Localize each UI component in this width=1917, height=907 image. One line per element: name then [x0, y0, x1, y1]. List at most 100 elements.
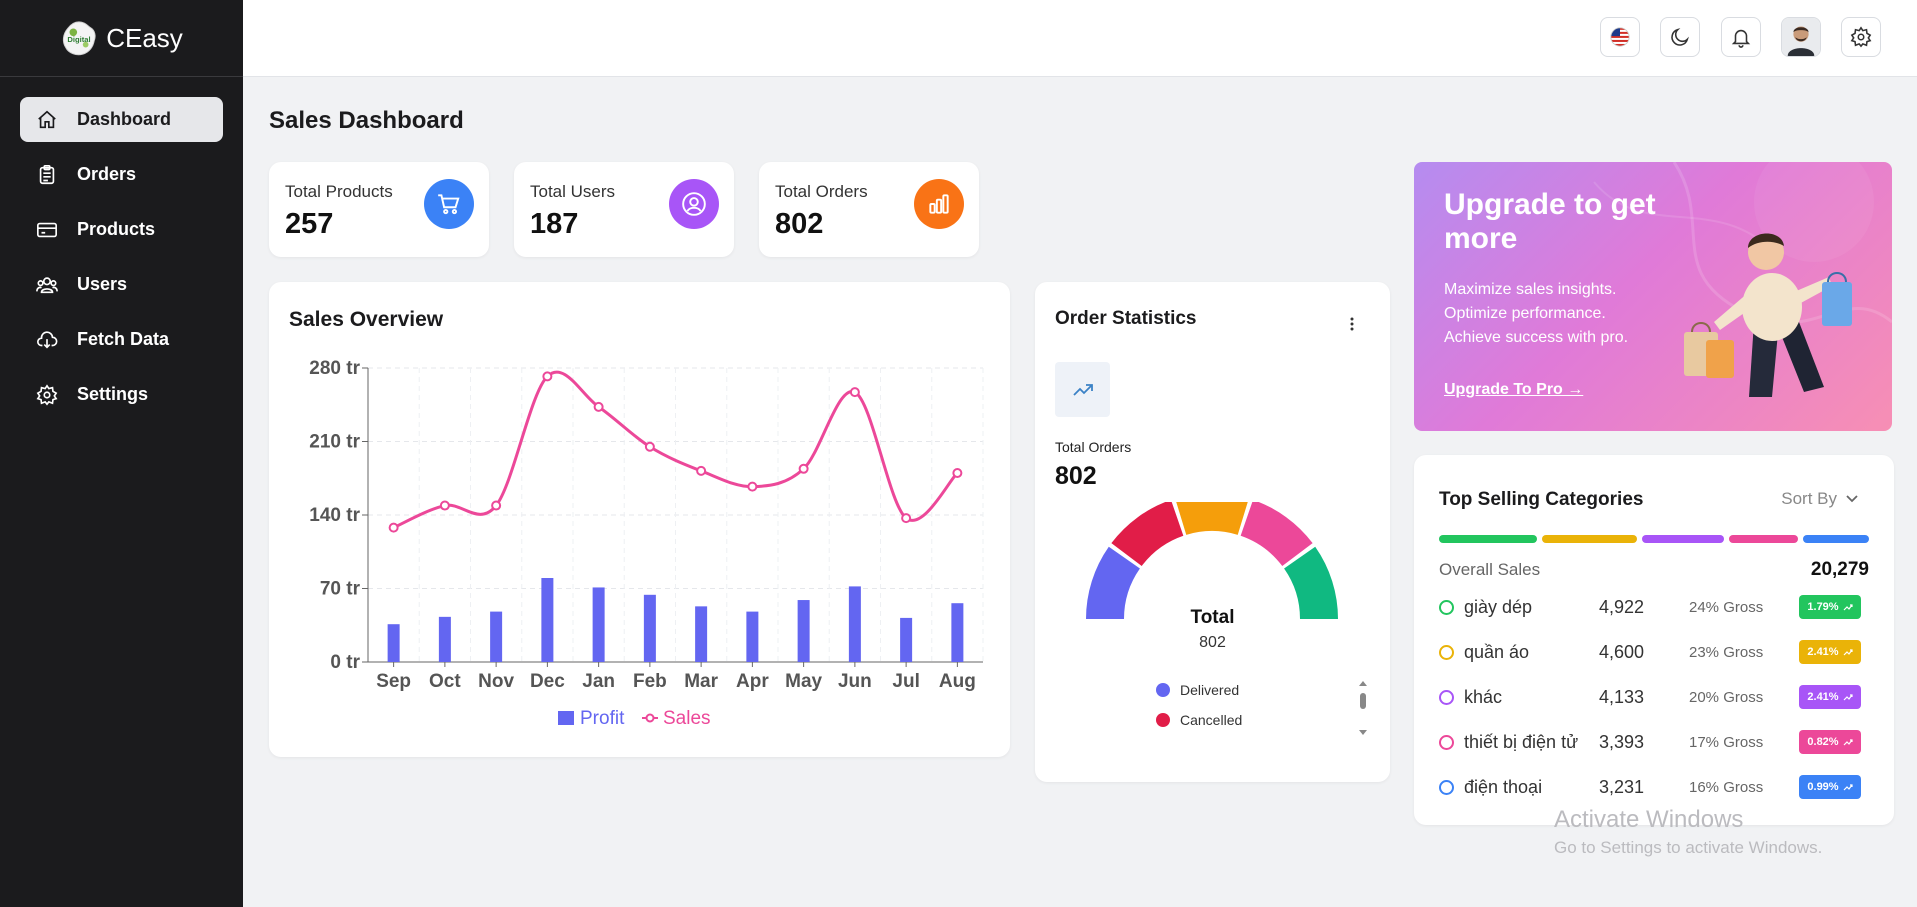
trending-up-icon — [1843, 694, 1853, 701]
settings-button[interactable] — [1841, 17, 1881, 57]
stat-card-products: Total Products 257 — [269, 162, 489, 257]
category-gross: 23% Gross — [1689, 643, 1764, 661]
x-tick-label: Oct — [429, 671, 461, 692]
category-count: 3,393 — [1599, 731, 1645, 752]
sidebar-nav: Dashboard Orders Products Users Fetch Da… — [0, 77, 243, 417]
y-tick-label: 210 tr — [309, 432, 360, 453]
sales-point — [388, 522, 399, 533]
user-circle-icon — [669, 179, 719, 229]
total-orders-label: Total Orders — [1055, 439, 1132, 455]
badge-value: 2.41% — [1807, 646, 1839, 658]
category-dot — [1439, 599, 1454, 615]
legend-scrollbar[interactable] — [1357, 679, 1369, 737]
card-title: Top Selling Categories — [1439, 489, 1644, 510]
distribution-segment — [1641, 535, 1724, 543]
promo-line: Optimize performance. — [1444, 305, 1606, 322]
profit-bar — [695, 606, 708, 662]
home-icon — [35, 108, 59, 132]
sidebar-item-settings[interactable]: Settings — [20, 372, 223, 417]
category-badge: 2.41% — [1799, 685, 1861, 709]
sales-point — [747, 481, 758, 492]
cart-icon — [424, 179, 474, 229]
overall-sales-value: 20,279 — [1810, 559, 1869, 580]
category-row: điện thoại 3,231 16% Gross 0.99% — [1439, 772, 1869, 802]
gauge-total-value: 802 — [1199, 634, 1226, 651]
sales-point — [901, 513, 912, 524]
gear-icon — [1850, 26, 1872, 48]
stat-card-users: Total Users 187 — [514, 162, 734, 257]
x-tick-label: Dec — [530, 671, 565, 692]
gauge-total-label: Total — [1190, 607, 1235, 628]
sales-point — [542, 371, 553, 382]
sidebar: Digital CEasy Dashboard Orders Products — [0, 0, 243, 907]
badge-value: 2.41% — [1807, 691, 1839, 703]
avatar — [1782, 18, 1820, 56]
brand[interactable]: Digital CEasy — [0, 0, 243, 77]
category-count: 4,922 — [1599, 596, 1645, 617]
promo-title: Upgrade to get more — [1444, 188, 1656, 255]
y-tick-label: 70 tr — [320, 579, 361, 600]
sidebar-item-products[interactable]: Products — [20, 207, 223, 252]
top-header — [243, 0, 1917, 77]
sales-point — [952, 468, 963, 478]
sidebar-item-label: Settings — [77, 384, 149, 404]
legend-item-cancelled: Cancelled — [1156, 712, 1242, 728]
category-count: 4,133 — [1599, 686, 1645, 707]
sidebar-item-dashboard[interactable]: Dashboard — [20, 97, 223, 142]
sidebar-item-label: Dashboard — [77, 109, 172, 129]
language-button[interactable] — [1600, 17, 1640, 57]
category-dot — [1439, 644, 1454, 660]
bar-chart-icon — [914, 179, 964, 229]
profit-bar — [438, 616, 451, 662]
profit-bar — [951, 603, 964, 662]
sales-point — [644, 441, 655, 452]
brand-name: CEasy — [106, 22, 183, 53]
gear-icon — [35, 383, 59, 407]
card-icon — [35, 218, 59, 242]
sales-overview-card: Sales Overview 0 tr 70 tr 140 tr 210 tr 280 … — [269, 282, 1010, 757]
category-gross: 16% Gross — [1689, 778, 1764, 796]
badge-value: 0.99% — [1807, 781, 1839, 793]
trending-up-icon — [1843, 739, 1853, 746]
legend-sales-marker — [645, 713, 655, 723]
category-badge: 1.79% — [1799, 595, 1861, 619]
legend-dot — [1156, 683, 1170, 697]
sidebar-item-label: Fetch Data — [77, 329, 170, 349]
sort-by-label: Sort By — [1781, 489, 1837, 508]
stat-label: Total Orders — [775, 182, 868, 201]
stat-value: 802 — [775, 208, 824, 240]
bell-icon — [1731, 29, 1751, 48]
category-row: thiết bị điện tử 3,393 17% Gross 0.82% — [1439, 727, 1869, 757]
badge-value: 0.82% — [1807, 736, 1839, 748]
sort-by-dropdown[interactable]: Sort By — [1781, 489, 1859, 509]
legend-profit-swatch — [558, 711, 574, 725]
profile-button[interactable] — [1781, 17, 1821, 57]
page-title: Sales Dashboard — [269, 107, 464, 134]
profit-bar — [746, 611, 759, 662]
sidebar-item-orders[interactable]: Orders — [20, 152, 223, 197]
sales-point — [491, 500, 502, 511]
category-name: khác — [1464, 686, 1503, 707]
category-gross: 24% Gross — [1689, 598, 1764, 616]
profit-bar — [797, 600, 810, 662]
category-dot — [1439, 734, 1454, 750]
sidebar-item-users[interactable]: Users — [20, 262, 223, 307]
sidebar-item-fetch-data[interactable]: Fetch Data — [20, 317, 223, 362]
upgrade-to-pro-link[interactable]: Upgrade To Pro → — [1444, 381, 1583, 399]
stat-label: Total Products — [285, 182, 393, 201]
notifications-button[interactable] — [1721, 17, 1761, 57]
distribution-segment — [1542, 535, 1637, 543]
brand-logo: Digital — [63, 21, 96, 56]
distribution-segment — [1439, 535, 1538, 543]
cloud-download-icon — [35, 328, 59, 352]
sales-point — [439, 500, 450, 511]
profit-bar — [541, 578, 554, 662]
legend-sales-label: Sales — [663, 708, 711, 729]
legend-label: Cancelled — [1180, 712, 1243, 728]
profit-bar — [387, 624, 400, 662]
theme-toggle-button[interactable] — [1660, 17, 1700, 57]
category-distribution-bar — [1439, 535, 1869, 543]
moon-icon — [1671, 28, 1689, 46]
sales-point — [798, 463, 809, 474]
more-options-button[interactable] — [1342, 312, 1362, 336]
